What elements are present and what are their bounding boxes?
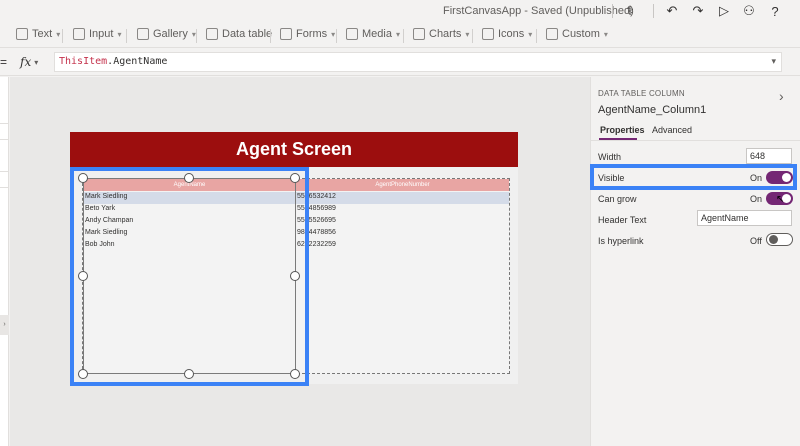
is-hyperlink-label: Is hyperlink [598,236,644,246]
resize-handle[interactable] [78,173,88,183]
ribbon-text[interactable]: Text ▾ [16,28,60,40]
input-icon [73,28,85,40]
screen-header: Agent Screen [70,132,518,167]
data-table-icon [206,28,218,40]
resize-handle[interactable] [184,369,194,379]
divider [0,139,9,140]
ribbon-data-table[interactable]: Data table [206,28,272,40]
stethoscope-icon[interactable]: ⚕ [622,3,638,19]
ribbon-label: Forms [296,28,328,40]
column-header[interactable]: AgentPhoneNumber [296,179,509,191]
ribbon-separator [126,29,127,43]
title-separator [653,4,654,18]
resize-handle[interactable] [290,369,300,379]
chevron-down-icon: ▾ [465,29,470,39]
header-text-input[interactable]: AgentName [697,210,792,226]
control-type: DATA TABLE COLUMN [598,89,685,98]
icons-icon [482,28,494,40]
formula-bar: = fx ▾ ThisItem.AgentName ▾ [0,49,800,76]
fx-button[interactable]: fx ▾ [20,53,50,71]
charts-icon [413,28,425,40]
chevron-down-icon: ▾ [34,57,39,67]
is-hyperlink-state: Off [750,236,762,246]
resize-handle[interactable] [290,173,300,183]
ribbon-label: Icons [498,28,525,40]
chevron-right-icon[interactable]: › [779,88,784,104]
custom-icon [546,28,558,40]
chevron-down-icon: ▾ [331,29,336,39]
help-icon[interactable]: ? [767,3,783,19]
ribbon-label: Text [32,28,53,40]
formula-keyword: ThisItem [59,56,108,67]
title-separator [612,4,613,18]
divider [0,171,9,172]
divider [591,140,800,141]
ribbon-separator [472,29,473,43]
ribbon-label: Gallery [153,28,188,40]
media-icon [346,28,358,40]
ribbon-label: Data table [222,28,273,40]
title-bar: FirstCanvasApp - Saved (Unpublished) ⚕ ↶… [0,0,800,22]
resize-handle[interactable] [184,173,194,183]
ribbon-label: Charts [429,28,462,40]
equals-icon: = [0,55,8,69]
gallery-icon [137,28,149,40]
selection-highlight [70,167,309,386]
app-title: FirstCanvasApp - Saved (Unpublished) [443,5,634,17]
panel-expand-handle[interactable]: › [0,315,9,335]
chevron-down-icon: ▾ [56,29,61,39]
chevron-down-icon: ▾ [528,29,533,39]
chevron-down-icon: ▾ [603,29,608,39]
resize-handle[interactable] [290,271,300,281]
play-icon[interactable]: ▷ [716,3,732,19]
header-text-label: Header Text [598,215,647,225]
ribbon-separator [403,29,404,43]
toggle-knob [769,235,778,244]
undo-icon[interactable]: ↶ [664,3,680,19]
ribbon-label: Media [362,28,392,40]
chevron-down-icon: ▾ [395,29,400,39]
mouse-cursor-icon: ↖ [776,194,785,205]
chevron-down-icon: ▾ [117,29,122,39]
resize-handle[interactable] [78,369,88,379]
tab-advanced[interactable]: Advanced [652,125,692,135]
ribbon-separator [536,29,537,43]
can-grow-label: Can grow [598,194,637,204]
width-input[interactable]: 648 [746,148,792,164]
is-hyperlink-toggle[interactable] [766,233,793,246]
ribbon-icons[interactable]: Icons ▾ [482,28,532,40]
divider [0,123,9,124]
can-grow-state: On [750,194,763,204]
ribbon-media[interactable]: Media ▾ [346,28,400,40]
chevron-down-icon[interactable]: ▾ [771,56,776,67]
forms-icon [280,28,292,40]
ribbon-separator [196,29,197,43]
ribbon-label: Input [89,28,114,40]
ribbon-input[interactable]: Input ▾ [73,28,121,40]
formula-text: .AgentName [107,56,168,67]
fx-label: fx [20,55,32,69]
redo-icon[interactable]: ↷ [690,3,706,19]
control-name: AgentName_Column1 [598,104,707,116]
ribbon-gallery[interactable]: Gallery ▾ [137,28,196,40]
ribbon-separator [270,29,271,43]
ribbon-separator [336,29,337,43]
width-label: Width [598,152,622,162]
ribbon-custom[interactable]: Custom ▾ [546,28,608,40]
insert-ribbon: Text ▾ Input ▾ Gallery ▾ Data table Form… [0,23,800,48]
ribbon-charts[interactable]: Charts ▾ [413,28,469,40]
ribbon-separator [62,29,63,43]
ribbon-label: Custom [562,28,600,40]
tab-properties[interactable]: Properties [600,125,645,135]
ribbon-forms[interactable]: Forms ▾ [280,28,335,40]
screen-title: Agent Screen [235,139,353,159]
user-icon[interactable]: ⚇ [741,3,757,19]
formula-input[interactable]: ThisItem.AgentName ▾ [54,52,782,72]
left-strip: › [0,77,9,446]
visible-highlight [590,164,797,190]
divider [0,187,9,188]
text-icon [16,28,28,40]
resize-handle[interactable] [78,271,88,281]
